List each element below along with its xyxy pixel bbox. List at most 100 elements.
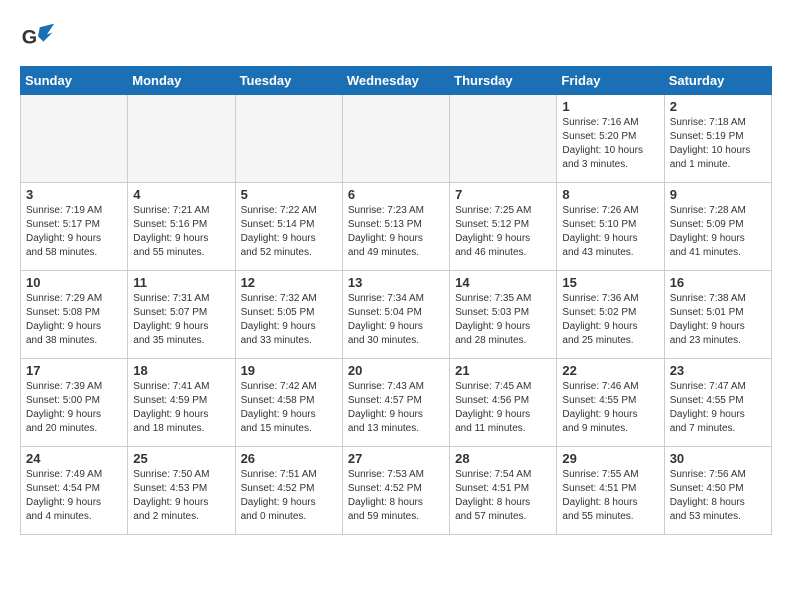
calendar-cell: 22Sunrise: 7:46 AM Sunset: 4:55 PM Dayli… (557, 359, 664, 447)
calendar-cell (450, 95, 557, 183)
calendar-cell: 13 Sunrise: 7:34 AM Sunset: 5:04 PM Dayli… (342, 271, 449, 359)
cell-info: Sunrise: 7:53 AM Sunset: 4:52 PM Dayligh… (348, 468, 444, 524)
calendar-cell: 1 Sunrise: 7:16 AM Sunset: 5:20 PM Daylig… (557, 95, 664, 183)
calendar-cell: 6 Sunrise: 7:23 AM Sunset: 5:13 PM Daylig… (342, 183, 449, 271)
day-number: 9 (670, 187, 766, 202)
calendar-table: SundayMondayTuesdayWednesdayThursdayFrid… (20, 66, 772, 535)
calendar-week-4: 17 Sunrise: 7:39 AM Sunset: 5:00 PM Dayli… (21, 359, 772, 447)
cell-info: Sunrise: 7:34 AM Sunset: 5:04 PM Dayligh… (348, 292, 444, 348)
calendar-cell: 18 Sunrise: 7:41 AM Sunset: 4:59 PM Dayli… (128, 359, 235, 447)
logo: G (20, 20, 60, 56)
weekday-header-saturday: Saturday (664, 67, 771, 95)
day-number: 28 (455, 451, 551, 466)
calendar-cell: 10 Sunrise: 7:29 AM Sunset: 5:08 PM Dayli… (21, 271, 128, 359)
svg-text:G: G (22, 26, 37, 48)
day-number: 7 (455, 187, 551, 202)
weekday-header-sunday: Sunday (21, 67, 128, 95)
weekday-header-tuesday: Tuesday (235, 67, 342, 95)
cell-info: Sunrise: 7:22 AM Sunset: 5:14 PM Dayligh… (241, 204, 337, 260)
calendar-cell: 14 Sunrise: 7:35 AM Sunset: 5:03 PM Dayli… (450, 271, 557, 359)
day-number: 19 (241, 363, 337, 378)
calendar-cell: 3Sunrise: 7:19 AM Sunset: 5:17 PM Daylig… (21, 183, 128, 271)
cell-info: Sunrise: 7:32 AM Sunset: 5:05 PM Dayligh… (241, 292, 337, 348)
cell-info: Sunrise: 7:18 AM Sunset: 5:19 PM Dayligh… (670, 116, 766, 172)
day-number: 13 (348, 275, 444, 290)
day-number: 2 (670, 99, 766, 114)
calendar-cell: 16 Sunrise: 7:38 AM Sunset: 5:01 PM Dayli… (664, 271, 771, 359)
day-number: 5 (241, 187, 337, 202)
cell-info: Sunrise: 7:16 AM Sunset: 5:20 PM Dayligh… (562, 116, 658, 172)
page-header: G (20, 20, 772, 56)
calendar-cell: 27 Sunrise: 7:53 AM Sunset: 4:52 PM Dayli… (342, 447, 449, 535)
day-number: 1 (562, 99, 658, 114)
day-number: 14 (455, 275, 551, 290)
calendar-cell: 7 Sunrise: 7:25 AM Sunset: 5:12 PM Daylig… (450, 183, 557, 271)
calendar-cell: 23 Sunrise: 7:47 AM Sunset: 4:55 PM Dayli… (664, 359, 771, 447)
calendar-cell: 21 Sunrise: 7:45 AM Sunset: 4:56 PM Dayli… (450, 359, 557, 447)
cell-info: Sunrise: 7:42 AM Sunset: 4:58 PM Dayligh… (241, 380, 337, 436)
cell-info: Sunrise: 7:55 AM Sunset: 4:51 PM Dayligh… (562, 468, 658, 524)
calendar-cell: 28 Sunrise: 7:54 AM Sunset: 4:51 PM Dayli… (450, 447, 557, 535)
calendar-cell: 9Sunrise: 7:28 AM Sunset: 5:09 PM Daylig… (664, 183, 771, 271)
cell-info: Sunrise: 7:31 AM Sunset: 5:07 PM Dayligh… (133, 292, 229, 348)
day-number: 6 (348, 187, 444, 202)
cell-info: Sunrise: 7:36 AM Sunset: 5:02 PM Dayligh… (562, 292, 658, 348)
cell-info: Sunrise: 7:29 AM Sunset: 5:08 PM Dayligh… (26, 292, 122, 348)
calendar-cell: 30 Sunrise: 7:56 AM Sunset: 4:50 PM Dayli… (664, 447, 771, 535)
calendar-cell: 17 Sunrise: 7:39 AM Sunset: 5:00 PM Dayli… (21, 359, 128, 447)
calendar-cell: 12Sunrise: 7:32 AM Sunset: 5:05 PM Dayli… (235, 271, 342, 359)
day-number: 26 (241, 451, 337, 466)
cell-info: Sunrise: 7:23 AM Sunset: 5:13 PM Dayligh… (348, 204, 444, 260)
cell-info: Sunrise: 7:46 AM Sunset: 4:55 PM Dayligh… (562, 380, 658, 436)
logo-icon: G (20, 20, 56, 56)
calendar-week-3: 10 Sunrise: 7:29 AM Sunset: 5:08 PM Dayli… (21, 271, 772, 359)
cell-info: Sunrise: 7:54 AM Sunset: 4:51 PM Dayligh… (455, 468, 551, 524)
calendar-cell: 19 Sunrise: 7:42 AM Sunset: 4:58 PM Dayli… (235, 359, 342, 447)
day-number: 29 (562, 451, 658, 466)
day-number: 16 (670, 275, 766, 290)
day-number: 25 (133, 451, 229, 466)
calendar-cell: 29 Sunrise: 7:55 AM Sunset: 4:51 PM Dayli… (557, 447, 664, 535)
day-number: 15 (562, 275, 658, 290)
calendar-cell: 8Sunrise: 7:26 AM Sunset: 5:10 PM Daylig… (557, 183, 664, 271)
cell-info: Sunrise: 7:56 AM Sunset: 4:50 PM Dayligh… (670, 468, 766, 524)
cell-info: Sunrise: 7:21 AM Sunset: 5:16 PM Dayligh… (133, 204, 229, 260)
calendar-cell: 20 Sunrise: 7:43 AM Sunset: 4:57 PM Dayli… (342, 359, 449, 447)
calendar-week-2: 3Sunrise: 7:19 AM Sunset: 5:17 PM Daylig… (21, 183, 772, 271)
cell-info: Sunrise: 7:35 AM Sunset: 5:03 PM Dayligh… (455, 292, 551, 348)
day-number: 18 (133, 363, 229, 378)
calendar-cell: 4 Sunrise: 7:21 AM Sunset: 5:16 PM Daylig… (128, 183, 235, 271)
weekday-header-thursday: Thursday (450, 67, 557, 95)
calendar-week-1: 1 Sunrise: 7:16 AM Sunset: 5:20 PM Daylig… (21, 95, 772, 183)
weekday-header-monday: Monday (128, 67, 235, 95)
weekday-header-row: SundayMondayTuesdayWednesdayThursdayFrid… (21, 67, 772, 95)
day-number: 11 (133, 275, 229, 290)
cell-info: Sunrise: 7:39 AM Sunset: 5:00 PM Dayligh… (26, 380, 122, 436)
calendar-cell: 24 Sunrise: 7:49 AM Sunset: 4:54 PM Dayli… (21, 447, 128, 535)
day-number: 4 (133, 187, 229, 202)
day-number: 8 (562, 187, 658, 202)
calendar-cell: 11 Sunrise: 7:31 AM Sunset: 5:07 PM Dayli… (128, 271, 235, 359)
day-number: 27 (348, 451, 444, 466)
cell-info: Sunrise: 7:43 AM Sunset: 4:57 PM Dayligh… (348, 380, 444, 436)
cell-info: Sunrise: 7:41 AM Sunset: 4:59 PM Dayligh… (133, 380, 229, 436)
cell-info: Sunrise: 7:47 AM Sunset: 4:55 PM Dayligh… (670, 380, 766, 436)
cell-info: Sunrise: 7:38 AM Sunset: 5:01 PM Dayligh… (670, 292, 766, 348)
calendar-cell (128, 95, 235, 183)
cell-info: Sunrise: 7:50 AM Sunset: 4:53 PM Dayligh… (133, 468, 229, 524)
day-number: 30 (670, 451, 766, 466)
cell-info: Sunrise: 7:19 AM Sunset: 5:17 PM Dayligh… (26, 204, 122, 260)
day-number: 24 (26, 451, 122, 466)
calendar-cell: 25 Sunrise: 7:50 AM Sunset: 4:53 PM Dayli… (128, 447, 235, 535)
weekday-header-friday: Friday (557, 67, 664, 95)
day-number: 20 (348, 363, 444, 378)
day-number: 10 (26, 275, 122, 290)
cell-info: Sunrise: 7:49 AM Sunset: 4:54 PM Dayligh… (26, 468, 122, 524)
day-number: 21 (455, 363, 551, 378)
cell-info: Sunrise: 7:25 AM Sunset: 5:12 PM Dayligh… (455, 204, 551, 260)
calendar-cell: 15 Sunrise: 7:36 AM Sunset: 5:02 PM Dayli… (557, 271, 664, 359)
day-number: 23 (670, 363, 766, 378)
day-number: 17 (26, 363, 122, 378)
cell-info: Sunrise: 7:45 AM Sunset: 4:56 PM Dayligh… (455, 380, 551, 436)
calendar-cell (21, 95, 128, 183)
